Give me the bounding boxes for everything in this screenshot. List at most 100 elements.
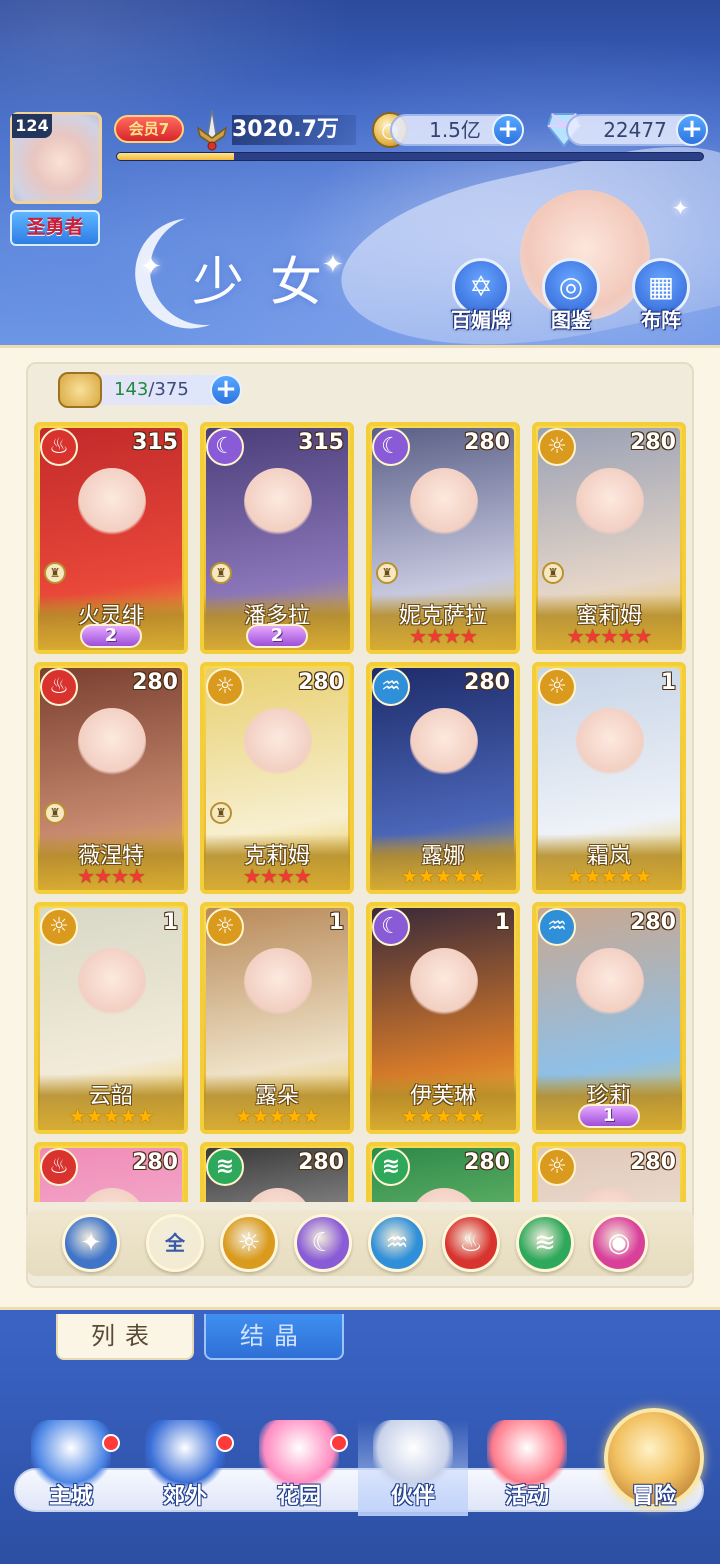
add-gem-button[interactable]: +	[676, 114, 708, 146]
partner-card[interactable]: ≋ 280	[200, 1142, 354, 1202]
sun-element-icon: ☼	[40, 908, 78, 946]
top-banner: ✦ ✦ ✦	[0, 0, 720, 345]
notification-dot	[102, 1434, 120, 1452]
partner-card[interactable]: ☼ 1 霜岚 ★★★★★	[532, 662, 686, 894]
partner-level: 280	[464, 1150, 510, 1175]
sparkle-icon: ✦	[672, 196, 689, 220]
wind-element-icon: ≋	[206, 1148, 244, 1186]
partner-level: 280	[630, 910, 676, 935]
partner-card[interactable]: ♒ 280 珍莉 1	[532, 902, 686, 1134]
water-element-icon: ♒	[372, 668, 410, 706]
star-rating: ★★★★★	[234, 1104, 321, 1128]
filter-all-icon: 全	[165, 1231, 185, 1255]
wind-element-icon: ≋	[372, 1148, 410, 1186]
partner-card[interactable]: ☼ 1 露朵 ★★★★★	[200, 902, 354, 1134]
filter-all-button[interactable]: 全	[146, 1214, 204, 1272]
sword-icon	[196, 109, 228, 151]
vip-badge[interactable]: 会员7	[114, 115, 184, 143]
filter-wind-button[interactable]: ≋	[516, 1214, 574, 1272]
partner-card[interactable]: ♨ 280	[34, 1142, 188, 1202]
card-deck-label: 百媚牌	[451, 308, 511, 332]
partner-card[interactable]: ☼ 280 ♜ 蜜莉姆 ★★★★★	[532, 422, 686, 654]
nav-label: 郊外	[162, 1484, 207, 1509]
player-level: 124	[12, 114, 52, 138]
exp-fill	[117, 153, 235, 160]
filter-wind-icon: ≋	[534, 1228, 556, 1258]
exp-bar	[116, 152, 704, 161]
card-deck-button[interactable]: ✡ 百媚牌	[448, 258, 514, 333]
partner-level: 1	[328, 910, 344, 935]
star-rating: ★★★★★	[400, 1104, 487, 1128]
filter-water-button[interactable]: ♒	[368, 1214, 426, 1272]
tab-crystal[interactable]: 结晶	[204, 1314, 344, 1360]
chess-rook-icon: ♜	[44, 562, 66, 584]
filter-moon-icon: ☾	[311, 1228, 335, 1258]
partner-card[interactable]: ♨ 280 ♜ 薇涅特 ★★★★	[34, 662, 188, 894]
page-title: 少女	[192, 253, 349, 313]
partner-card[interactable]: ≋ 280	[366, 1142, 520, 1202]
filter-sun-button[interactable]: ☼	[220, 1214, 278, 1272]
formation-label: 布阵	[641, 308, 681, 332]
star-rating: ★★★★★	[566, 864, 653, 888]
sun-element-icon: ☼	[538, 668, 576, 706]
notification-dot	[330, 1434, 348, 1452]
partner-face	[244, 948, 312, 1016]
nav-item-castle[interactable]: 主城	[16, 1420, 126, 1516]
add-gold-button[interactable]: +	[492, 114, 524, 146]
partner-face	[410, 948, 478, 1016]
star-rating: ★★★★	[409, 624, 478, 648]
partner-card[interactable]: ♨ 315 ♜ 火灵绯 2	[34, 422, 188, 654]
partner-level: 280	[630, 1150, 676, 1175]
partner-card[interactable]: ☾ 280 ♜ 妮克萨拉 ★★★★	[366, 422, 520, 654]
partner-card[interactable]: ♒ 280 露娜 ★★★★★	[366, 662, 520, 894]
partner-card[interactable]: ☼ 280 ♜ 克莉姆 ★★★★	[200, 662, 354, 894]
filter-fire-icon: ♨	[459, 1228, 483, 1258]
partner-level: 280	[132, 670, 178, 695]
partner-face	[244, 468, 312, 536]
handbook-label: 图鉴	[551, 308, 591, 332]
star-rating: ★★★★	[77, 864, 146, 888]
partner-level: 280	[298, 1150, 344, 1175]
filter-dark-button[interactable]: ◉	[590, 1214, 648, 1272]
partner-face	[576, 948, 644, 1016]
star-rating: ★★★★★	[68, 1104, 155, 1128]
partner-face	[576, 468, 644, 536]
partner-level: 1	[660, 670, 676, 695]
nav-item-partner[interactable]: 伙伴	[358, 1420, 468, 1516]
partner-face	[576, 708, 644, 776]
filter-water-icon: ♒	[385, 1228, 409, 1258]
notification-dot	[216, 1434, 234, 1452]
nav-item-gate[interactable]: 郊外	[130, 1420, 240, 1516]
partner-card[interactable]: ☾ 315 ♜ 潘多拉 2	[200, 422, 354, 654]
tab-list[interactable]: 列表	[56, 1314, 194, 1360]
partner-face	[78, 948, 146, 1016]
partner-level: 280	[298, 670, 344, 695]
moon-element-icon: ☾	[206, 428, 244, 466]
partner-card[interactable]: ☼ 1 云韶 ★★★★★	[34, 902, 188, 1134]
sort-toggle-button[interactable]: ✦	[62, 1214, 120, 1272]
nav-item-gift[interactable]: 活动	[472, 1420, 582, 1516]
water-element-icon: ♒	[538, 908, 576, 946]
player-rank[interactable]: 圣勇者	[10, 210, 100, 246]
fire-element-icon: ♨	[40, 1148, 78, 1186]
moon-element-icon: ☾	[372, 908, 410, 946]
bag-icon	[58, 372, 102, 408]
chess-rook-icon: ♜	[542, 562, 564, 584]
partner-level: 1	[494, 910, 510, 935]
partner-level: 280	[464, 670, 510, 695]
formation-button[interactable]: ▦ 布阵	[628, 258, 694, 333]
partner-card[interactable]: ☼ 280	[532, 1142, 686, 1202]
nav-label: 主城	[48, 1484, 93, 1509]
handbook-button[interactable]: ◎ 图鉴	[538, 258, 604, 333]
gem-counter: 22477 +	[566, 114, 708, 146]
collection-total: /375	[148, 379, 189, 400]
filter-fire-button[interactable]: ♨	[442, 1214, 500, 1272]
expand-collection-button[interactable]: +	[210, 374, 242, 406]
partner-card[interactable]: ☾ 1 伊芙琳 ★★★★★	[366, 902, 520, 1134]
nav-item-adventure[interactable]: 冒险	[600, 1420, 708, 1516]
wing-rank-badge: 2	[80, 624, 142, 648]
filter-moon-button[interactable]: ☾	[294, 1214, 352, 1272]
chess-rook-icon: ♜	[210, 802, 232, 824]
nav-label: 伙伴	[390, 1484, 435, 1509]
nav-item-hearts[interactable]: 花园	[244, 1420, 354, 1516]
